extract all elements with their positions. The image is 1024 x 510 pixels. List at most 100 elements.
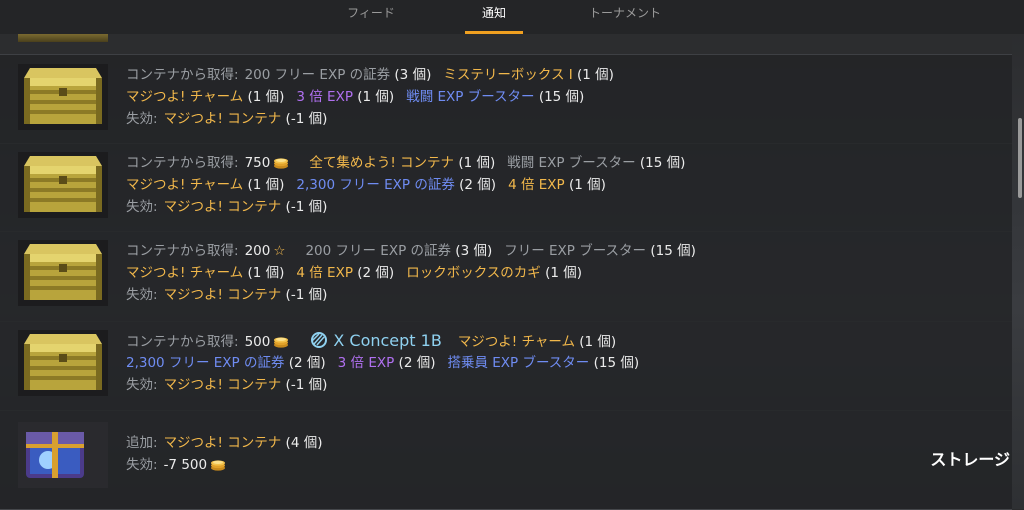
line-label: 失効: [126, 287, 158, 303]
vehicle-name: X Concept 1B [333, 331, 442, 350]
reward-item: マジつよ! コンテナ (-1 個) [164, 377, 328, 393]
storage-button[interactable]: ストレージ [930, 446, 1010, 470]
notification-line: コンテナから取得: 200 ☆ 200 フリー EXP の証券 (3 個) フリー EX… [126, 240, 708, 262]
reward-quantity: (1 個) [243, 89, 285, 105]
notification-row: コンテナから取得: 750 全て集めよう! コンテナ (1 個) 戦闘 EXP ブース… [0, 143, 1012, 232]
reward-name: マジつよ! コンテナ [163, 435, 282, 451]
reward-quantity: (-1 個) [281, 377, 328, 393]
coin-icon [273, 333, 289, 348]
reward-item: マジつよ! チャーム (1 個) [126, 177, 284, 193]
notification-line: マジつよ! チャーム (1 個) 2,300 フリー EXP の証券 (2 個) 4… [126, 174, 697, 196]
reward-item: 4 倍 EXP (2 個) [296, 265, 394, 281]
reward-name: 200 フリー EXP の証券 [305, 243, 452, 259]
reward-quantity: (1 個) [352, 89, 395, 105]
reward-quantity: (2 個) [394, 355, 436, 371]
reward-quantity: (1 個) [540, 265, 583, 281]
notification-line: コンテナから取得: 500 X Concept 1B マジつよ! チャーム (1 個) [126, 330, 651, 352]
container-icon [18, 330, 108, 396]
reward-name: マジつよ! コンテナ [163, 111, 282, 127]
reward-quantity: (3 個) [390, 67, 432, 83]
scrollbar[interactable] [1018, 118, 1022, 198]
notification-line: 2,300 フリー EXP の証券 (2 個) 3 倍 EXP (2 個) 搭乗員 … [126, 352, 651, 374]
line-label: コンテナから取得: [126, 243, 239, 259]
reward-quantity: (1 個) [454, 155, 496, 171]
reward-item: 全て集めよう! コンテナ (1 個) [309, 155, 495, 171]
reward-item: 戦闘 EXP ブースター (15 個) [406, 89, 584, 105]
reward-name: 4 倍 EXP [296, 265, 353, 281]
notification-text: コンテナから取得: 200 フリー EXP の証券 (3 個) ミステリーボックス … [126, 64, 626, 130]
reward-quantity: (2 個) [284, 355, 326, 371]
reward-name: マジつよ! コンテナ [163, 199, 282, 215]
reward-quantity: (-1 個) [281, 199, 328, 215]
reward-name: フリー EXP ブースター [504, 243, 647, 259]
notification-text: コンテナから取得: 200 ☆ 200 フリー EXP の証券 (3 個) フリー EX… [126, 240, 708, 306]
reward-name: 2,300 フリー EXP の証券 [296, 177, 455, 193]
reward-name: 搭乗員 EXP ブースター [447, 355, 590, 371]
reward-item: マジつよ! コンテナ (-1 個) [164, 111, 328, 127]
line-label: 失効: [126, 111, 158, 127]
reward-item: 200 フリー EXP の証券 (3 個) [245, 67, 432, 83]
currency-amount: 500 [244, 334, 271, 350]
notification-line: コンテナから取得: 200 フリー EXP の証券 (3 個) ミステリーボックス … [126, 64, 626, 86]
coin-icon [210, 456, 226, 471]
reward-quantity: (1 個) [243, 265, 285, 281]
star-icon: ☆ [273, 243, 286, 259]
reward-quantity: (-1 個) [281, 111, 328, 127]
reward-quantity: (15 個) [646, 243, 696, 259]
coin-icon [273, 154, 289, 169]
reward-quantity: (15 個) [534, 89, 585, 105]
notification-line: 失効: マジつよ! コンテナ (-1 個) [126, 196, 697, 218]
tab-notifications[interactable]: 通知 [465, 0, 523, 34]
currency-amount: 200 [244, 243, 271, 259]
reward-name: 全て集めよう! コンテナ [309, 155, 455, 171]
tab-tournaments[interactable]: トーナメント [575, 0, 675, 34]
reward-quantity: (3 個) [451, 243, 493, 259]
reward-name: マジつよ! チャーム [126, 265, 244, 281]
currency-amount: -7 500 [163, 457, 208, 473]
reward-item: マジつよ! チャーム (1 個) [126, 89, 284, 105]
tab-feed[interactable]: フィード [330, 0, 412, 34]
reward-quantity: (1 個) [243, 177, 285, 193]
line-label: 追加: [126, 435, 158, 451]
reward-name: マジつよ! チャーム [126, 89, 244, 105]
container-icon [18, 152, 108, 218]
reward-item: 戦闘 EXP ブースター (15 個) [507, 155, 685, 171]
reward-item: マジつよ! コンテナ (-1 個) [164, 199, 328, 215]
reward-item: 3 倍 EXP (1 個) [296, 89, 394, 105]
reward-item: マジつよ! コンテナ (4 個) [164, 435, 323, 451]
container-icon [18, 240, 108, 306]
line-label: 失効: [126, 457, 158, 473]
reward-name: 3 倍 EXP [337, 355, 395, 371]
reward-name: ミステリーボックス I [443, 67, 573, 83]
line-label: コンテナから取得: [126, 67, 239, 83]
reward-item: 2,300 フリー EXP の証券 (2 個) [126, 355, 326, 371]
tab-bar: フィード 通知 トーナメント [0, 0, 1024, 34]
reward-item: ミステリーボックス I (1 個) [443, 67, 614, 83]
reward-item: 搭乗員 EXP ブースター (15 個) [447, 355, 639, 371]
notification-line: 失効: マジつよ! コンテナ (-1 個) [126, 108, 626, 130]
reward-item: マジつよ! チャーム (1 個) [126, 265, 284, 281]
premium-container-icon [18, 422, 108, 488]
reward-quantity: (15 個) [635, 155, 686, 171]
reward-name: 2,300 フリー EXP の証券 [126, 355, 285, 371]
notification-text: コンテナから取得: 750 全て集めよう! コンテナ (1 個) 戦闘 EXP ブース… [126, 152, 697, 218]
notification-line: マジつよ! チャーム (1 個) 3 倍 EXP (1 個) 戦闘 EXP ブースタ… [126, 86, 626, 108]
reward-item: 200 フリー EXP の証券 (3 個) [305, 243, 492, 259]
notification-line: マジつよ! チャーム (1 個) 4 倍 EXP (2 個) ロックボックスのカギ … [126, 262, 708, 284]
reward-item: 3 倍 EXP (2 個) [338, 355, 436, 371]
line-label: 失効: [126, 377, 158, 393]
notification-line: 追加: マジつよ! コンテナ (4 個) [126, 432, 334, 454]
container-icon [18, 64, 108, 130]
line-label: コンテナから取得: [126, 334, 239, 350]
reward-item: 2,300 フリー EXP の証券 (2 個) [296, 177, 496, 193]
currency-amount: 750 [244, 155, 271, 171]
previous-notification-peek [0, 34, 1012, 55]
reward-quantity: (1 個) [572, 67, 614, 83]
reward-quantity: (1 個) [564, 177, 606, 193]
reward-name: マジつよ! コンテナ [163, 377, 282, 393]
reward-quantity: (4 個) [281, 435, 323, 451]
reward-quantity: (-1 個) [281, 287, 328, 303]
reward-item: 4 倍 EXP (1 個) [508, 177, 606, 193]
reward-item: フリー EXP ブースター (15 個) [504, 243, 696, 259]
notification-line: 失効: -7 500 [126, 454, 334, 476]
